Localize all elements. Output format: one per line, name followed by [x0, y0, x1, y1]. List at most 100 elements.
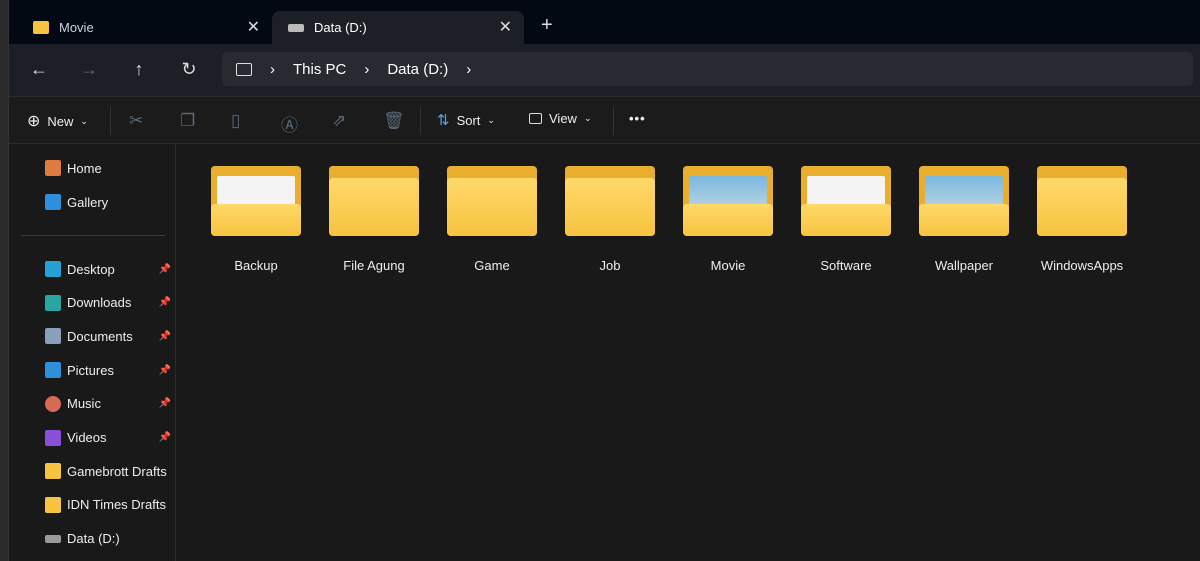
folder-name: Job [599, 258, 621, 273]
file-explorer-window: Movie ✕ Data (D:) ✕ + ← → ↑ ↻ › This PC … [8, 0, 1200, 561]
view-button[interactable]: View ⌄ [529, 111, 592, 126]
rename-button[interactable]: Ⓐ [281, 111, 298, 136]
sidebar-item-label: Desktop [67, 261, 115, 277]
folder-item[interactable]: WindowsApps [1023, 166, 1141, 273]
folder-icon [565, 166, 655, 238]
this-pc-icon [236, 62, 252, 76]
sidebar-item-pictures[interactable]: Pictures 📌 [45, 360, 175, 380]
command-bar: ⊕ New ⌄ ✂ ❐ ▯ Ⓐ ⇗ 🗑 ⇅ Sort ⌄ View ⌄ ••• [9, 96, 1200, 144]
view-label: View [549, 111, 577, 126]
share-button[interactable]: ⇗ [332, 111, 346, 131]
sidebar-item-label: Pictures [67, 362, 114, 378]
pin-icon[interactable]: 📌 [159, 432, 171, 443]
chevron-right-icon: › [270, 60, 275, 78]
refresh-icon[interactable]: ↻ [177, 59, 201, 80]
folder-icon [919, 166, 1009, 238]
breadcrumb-this-pc[interactable]: This PC [293, 61, 346, 78]
sidebar-item-gamebrott-drafts[interactable]: Gamebrott Drafts [45, 461, 175, 481]
tab-bar: Movie ✕ Data (D:) ✕ + [9, 0, 1200, 44]
folder-item[interactable]: Software [787, 166, 905, 273]
folder-icon [45, 496, 61, 513]
more-options-button[interactable]: ••• [629, 111, 646, 126]
tab-data-d[interactable]: Data (D:) ✕ [272, 11, 524, 44]
divider [21, 235, 165, 236]
pin-icon[interactable]: 📌 [159, 365, 171, 376]
documents-icon [45, 328, 61, 345]
gallery-icon [45, 194, 61, 210]
videos-icon [45, 429, 61, 446]
folder-icon [45, 463, 61, 480]
folder-icon [211, 166, 301, 238]
folder-icon [1037, 166, 1127, 238]
pin-icon[interactable]: 📌 [159, 297, 171, 308]
close-tab-icon[interactable]: ✕ [499, 17, 512, 37]
navigation-pane: Home Gallery Desktop 📌 Downloads 📌 Documents… [9, 144, 176, 561]
sidebar-item-label: IDN Times Drafts [67, 497, 166, 513]
folder-item[interactable]: File Agung [315, 166, 433, 273]
sidebar-item-downloads[interactable]: Downloads 📌 [45, 293, 175, 313]
plus-circle-icon: ⊕ [27, 113, 41, 130]
paste-button[interactable]: ▯ [231, 111, 240, 131]
folder-icon [447, 166, 537, 238]
sidebar-item-label: Videos [67, 430, 107, 445]
pin-icon[interactable]: 📌 [159, 398, 171, 409]
sidebar-item-data-d[interactable]: Data (D:) [45, 529, 175, 549]
chevron-right-icon[interactable]: › [466, 61, 471, 78]
sidebar-item-gallery[interactable]: Gallery [45, 192, 175, 212]
sort-button[interactable]: ⇅ Sort ⌄ [437, 111, 495, 129]
new-label: New [47, 113, 74, 129]
sort-label: Sort [456, 112, 481, 128]
sidebar-item-home[interactable]: Home [45, 158, 175, 178]
sidebar-item-documents[interactable]: Documents 📌 [45, 326, 175, 346]
new-tab-button[interactable]: + [541, 14, 553, 37]
paste-icon: ▯ [231, 111, 241, 130]
folder-name: File Agung [343, 258, 405, 273]
file-list: Backup File Agung Game Job Movie Software Wall… [177, 144, 1200, 561]
sidebar-item-label: Downloads [67, 295, 132, 311]
delete-button[interactable]: 🗑 [383, 111, 405, 131]
close-tab-icon[interactable]: ✕ [247, 17, 260, 37]
folder-item[interactable]: Movie [669, 166, 787, 273]
sort-icon: ⇅ [437, 112, 450, 129]
folder-icon [33, 21, 49, 34]
sidebar-item-label: Music [67, 396, 101, 412]
cut-button[interactable]: ✂ [129, 111, 143, 131]
sidebar-item-music[interactable]: Music 📌 [45, 394, 175, 414]
tab-movie[interactable]: Movie ✕ [17, 11, 272, 44]
pictures-icon [45, 362, 61, 379]
folder-item[interactable]: Job [551, 166, 669, 273]
copy-icon: ❐ [180, 111, 196, 130]
drive-icon [45, 534, 61, 543]
sidebar-item-videos[interactable]: Videos 📌 [45, 428, 175, 448]
forward-icon[interactable]: → [77, 59, 101, 80]
folder-item[interactable]: Game [433, 166, 551, 273]
sidebar-item-label: Home [67, 160, 102, 176]
divider [110, 107, 111, 135]
sidebar-item-idn-times-drafts[interactable]: IDN Times Drafts [45, 495, 175, 515]
sidebar-item-label: Gallery [67, 194, 109, 210]
trash-icon: 🗑 [383, 111, 405, 130]
address-bar[interactable]: › This PC › Data (D:) › [222, 52, 1193, 86]
sidebar-item-label: Documents [67, 328, 133, 344]
folder-icon [801, 166, 891, 238]
home-icon [45, 160, 61, 176]
music-icon [45, 395, 61, 412]
folder-name: WindowsApps [1040, 258, 1124, 273]
copy-button[interactable]: ❐ [180, 111, 195, 131]
tab-label: Movie [59, 20, 94, 35]
folder-name: Wallpaper [934, 258, 994, 273]
chevron-right-icon: › [364, 60, 370, 78]
back-icon[interactable]: ← [27, 59, 51, 80]
tab-label: Data (D:) [314, 20, 367, 35]
folder-item[interactable]: Wallpaper [905, 166, 1023, 273]
pin-icon[interactable]: 📌 [159, 331, 171, 342]
folder-item[interactable]: Backup [197, 166, 315, 273]
rename-icon: Ⓐ [281, 116, 298, 135]
breadcrumb-data-d[interactable]: Data (D:) [387, 61, 448, 78]
up-icon[interactable]: ↑ [127, 59, 151, 80]
sidebar-item-label: Gamebrott Drafts [67, 463, 167, 479]
sidebar-item-desktop[interactable]: Desktop 📌 [45, 259, 175, 279]
sidebar-item-label: Data (D:) [67, 531, 120, 547]
new-button[interactable]: ⊕ New ⌄ [27, 111, 88, 131]
pin-icon[interactable]: 📌 [159, 264, 171, 275]
